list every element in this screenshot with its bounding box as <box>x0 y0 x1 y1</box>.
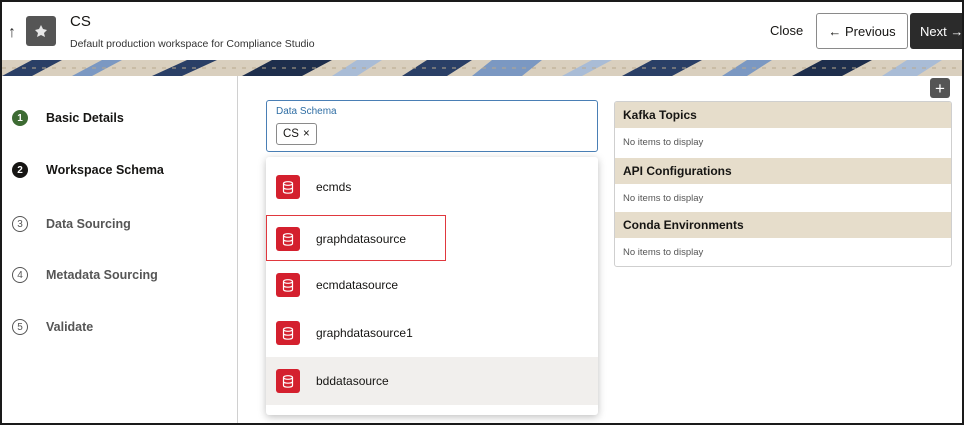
conda-environments-empty: No items to display <box>623 247 704 258</box>
step-validate[interactable]: 5 Validate <box>12 319 93 335</box>
step-label: Data Sourcing <box>46 217 131 231</box>
step-label: Workspace Schema <box>46 163 164 177</box>
data-schema-label: Data Schema <box>276 106 337 117</box>
database-icon <box>276 175 300 199</box>
api-configurations-header: API Configurations <box>615 158 951 184</box>
workspace-subtitle: Default production workspace for Complia… <box>70 38 315 50</box>
step-label: Metadata Sourcing <box>46 268 158 282</box>
chip-remove-icon[interactable]: × <box>303 128 310 140</box>
option-label: graphdatasource <box>316 232 407 246</box>
option-graphdatasource[interactable]: graphdatasource <box>266 215 598 263</box>
step-workspace-schema[interactable]: 2 Workspace Schema <box>12 162 164 178</box>
database-icon <box>276 369 300 393</box>
option-ecmds[interactable]: ecmds <box>266 163 598 211</box>
workspace-icon <box>26 16 56 46</box>
close-button[interactable]: Close <box>770 23 803 38</box>
schema-chip: CS × <box>276 123 317 145</box>
option-label: graphdatasource1 <box>316 326 413 340</box>
option-label: ecmdatasource <box>316 278 399 292</box>
resources-panel: Kafka Topics No items to display API Con… <box>614 101 952 267</box>
step-number: 2 <box>12 162 28 178</box>
window-frame: ↑ CS Default production workspace for Co… <box>0 0 964 425</box>
database-icon <box>276 321 300 345</box>
kafka-topics-header: Kafka Topics <box>615 102 951 128</box>
step-label: Basic Details <box>46 111 124 125</box>
option-graphdatasource1[interactable]: graphdatasource1 <box>266 309 598 357</box>
database-icon <box>276 273 300 297</box>
kafka-topics-empty: No items to display <box>623 137 704 148</box>
option-label: bddatasource <box>316 374 389 388</box>
data-schema-field[interactable]: Data Schema CS × <box>266 100 598 152</box>
step-data-sourcing[interactable]: 3 Data Sourcing <box>12 216 131 232</box>
next-button[interactable]: Next → <box>910 13 962 49</box>
decorative-banner <box>2 60 962 76</box>
step-number: 4 <box>12 267 28 283</box>
step-number: 1 <box>12 110 28 126</box>
step-metadata-sourcing[interactable]: 4 Metadata Sourcing <box>12 267 158 283</box>
option-bddatasource[interactable]: bddatasource <box>266 357 598 405</box>
add-button[interactable]: + <box>930 78 950 98</box>
previous-button[interactable]: ← Previous <box>816 13 908 49</box>
step-basic-details[interactable]: 1 Basic Details <box>12 110 124 126</box>
conda-environments-header: Conda Environments <box>615 212 951 238</box>
step-number: 5 <box>12 319 28 335</box>
option-label: ecmds <box>316 180 352 194</box>
option-ecmdatasource[interactable]: ecmdatasource <box>266 261 598 309</box>
page-header: ↑ CS Default production workspace for Co… <box>2 2 962 60</box>
step-label: Validate <box>46 320 94 334</box>
back-arrow-icon[interactable]: ↑ <box>8 24 16 42</box>
api-configurations-empty: No items to display <box>623 193 704 204</box>
schema-dropdown: ecmds graphdatasource ecmdatasource grap… <box>266 157 598 415</box>
database-icon <box>276 227 300 251</box>
workspace-title: CS <box>70 13 91 30</box>
chip-label: CS <box>283 128 299 140</box>
step-number: 3 <box>12 216 28 232</box>
wizard-stepper: 1 Basic Details 2 Workspace Schema 3 Dat… <box>2 76 238 423</box>
